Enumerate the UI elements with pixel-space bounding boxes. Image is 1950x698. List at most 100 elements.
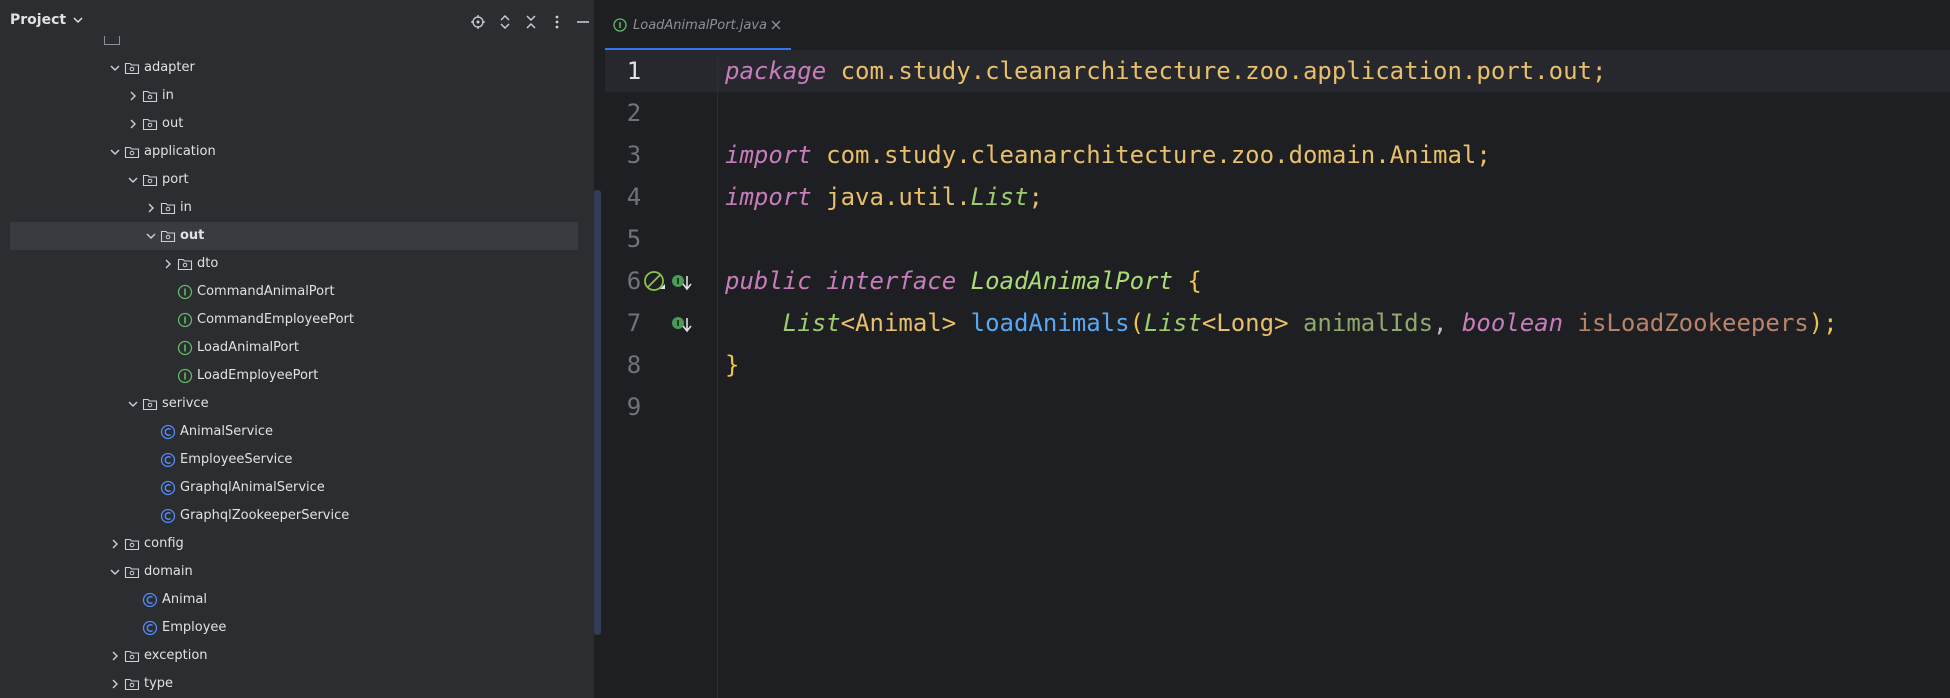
import-path: java.util.	[811, 183, 971, 211]
editor-gutter: 1 2 3 4 5 6 7 8 9	[605, 50, 718, 698]
class-icon	[160, 480, 176, 496]
tree-item[interactable]: CommandAnimalPort	[10, 278, 578, 306]
package-folder-icon	[142, 174, 158, 187]
collapse-all-icon[interactable]	[519, 10, 543, 34]
hide-icon[interactable]	[571, 10, 594, 34]
chevron-right-icon[interactable]	[108, 649, 122, 663]
tree-item[interactable]: exception	[10, 642, 578, 670]
interface-icon	[177, 284, 193, 300]
package-folder-icon	[160, 202, 176, 215]
tree-item[interactable]: Employee	[10, 614, 578, 642]
class-icon	[160, 452, 176, 468]
tree-item[interactable]: LoadEmployeePort	[10, 362, 578, 390]
code-line: }	[725, 344, 739, 386]
line-number: 7	[626, 309, 642, 337]
package-folder-icon	[142, 118, 158, 131]
type-name: List	[782, 309, 841, 337]
tree-item[interactable]: out	[10, 110, 578, 138]
code-line: import java.util.List;	[725, 176, 1043, 218]
chevron-down-icon[interactable]	[126, 173, 140, 187]
tree-item-label: adapter	[144, 60, 195, 75]
tree-item[interactable]: config	[10, 530, 578, 558]
editor-tab[interactable]: LoadAnimalPort.java	[605, 0, 791, 50]
tree-item[interactable]: application	[10, 138, 578, 166]
tree-item[interactable]: out	[10, 222, 578, 250]
tree-item-label: exception	[144, 648, 208, 663]
chevron-right-icon[interactable]	[161, 257, 175, 271]
class-icon	[160, 508, 176, 524]
tree-item[interactable]: adapter	[10, 54, 578, 82]
chevron-down-icon[interactable]	[126, 397, 140, 411]
code-line: public interface LoadAnimalPort {	[725, 260, 1202, 302]
chevron-right-icon[interactable]	[126, 89, 140, 103]
tree-item-label: type	[144, 676, 174, 691]
package-folder-icon	[177, 258, 193, 271]
package-folder-icon	[142, 398, 158, 411]
chevron-down-icon	[73, 17, 83, 24]
method-name: loadAnimals	[956, 309, 1130, 337]
chevron-right-icon[interactable]	[144, 201, 158, 215]
no-usages-icon[interactable]	[643, 270, 667, 294]
code-area[interactable]: package com.study.cleanarchitecture.zoo.…	[719, 50, 1949, 698]
locate-icon[interactable]	[466, 10, 490, 34]
generic-type: <Long>	[1201, 309, 1289, 337]
keyword: boolean	[1447, 309, 1564, 337]
tree-item-label: config	[144, 536, 184, 551]
tree-item[interactable]: LoadAnimalPort	[10, 334, 578, 362]
tree-item[interactable]: port	[10, 166, 578, 194]
interface-icon	[177, 368, 193, 384]
close-icon[interactable]	[770, 19, 782, 31]
tree-item[interactable]: domain	[10, 558, 578, 586]
interface-icon	[177, 340, 193, 356]
tree-item[interactable]: in	[10, 194, 578, 222]
tree-item[interactable]: dto	[10, 250, 578, 278]
vertical-scrollbar[interactable]	[594, 190, 601, 635]
tree-item[interactable]: AnimalService	[10, 418, 578, 446]
tree-item-label: Employee	[162, 620, 227, 635]
class-icon	[142, 592, 158, 608]
tree-item[interactable]: EmployeeService	[10, 446, 578, 474]
package-folder-icon	[124, 146, 140, 159]
chevron-down-icon[interactable]	[108, 565, 122, 579]
type-name: List	[1144, 309, 1202, 337]
tab-label: LoadAnimalPort.java	[633, 18, 768, 33]
project-tool-window: Project adapter in out application port in out…	[0, 0, 594, 698]
keyword: package	[725, 57, 827, 85]
options-icon[interactable]	[545, 10, 569, 34]
package-folder-icon	[160, 230, 176, 243]
tree-item-label: Animal	[162, 592, 207, 607]
tree-item[interactable]: GraphqlAnimalService	[10, 474, 578, 502]
tree-item-label: in	[162, 88, 174, 103]
tree-item[interactable]: type	[10, 670, 578, 698]
implemented-icon[interactable]	[671, 272, 693, 294]
chevron-right-icon[interactable]	[126, 117, 140, 131]
interface-icon	[177, 312, 193, 328]
tree-item[interactable]: CommandEmployeePort	[10, 306, 578, 334]
tree-item-label: LoadAnimalPort	[197, 340, 299, 355]
project-tree[interactable]: adapter in out application port in out dto Comma…	[0, 44, 594, 698]
tree-item-label: CommandAnimalPort	[197, 284, 335, 299]
tree-item[interactable]: GraphqlZookeeperService	[10, 502, 578, 530]
tree-item-label: application	[144, 144, 216, 159]
parameter: isLoadZookeepers	[1563, 309, 1809, 337]
project-view-selector[interactable]: Project	[10, 12, 84, 28]
chevron-down-icon[interactable]	[144, 229, 158, 243]
chevron-right-icon[interactable]	[108, 537, 122, 551]
tree-item-label: CommandEmployeePort	[197, 312, 354, 327]
implemented-icon[interactable]	[671, 314, 693, 336]
tree-item[interactable]: in	[10, 82, 578, 110]
chevron-right-icon[interactable]	[108, 677, 122, 691]
chevron-down-icon[interactable]	[108, 145, 122, 159]
generic-type: <Animal>	[840, 309, 957, 337]
project-panel-header: Project	[0, 0, 594, 44]
tree-item[interactable]: Animal	[10, 586, 578, 614]
brace: {	[1172, 267, 1202, 295]
chevron-down-icon[interactable]	[108, 61, 122, 75]
expand-all-icon[interactable]	[493, 10, 517, 34]
tree-item[interactable]: serivce	[10, 390, 578, 418]
package-folder-icon	[142, 90, 158, 103]
package-folder-icon	[124, 650, 140, 663]
keyword: import	[725, 141, 812, 169]
tree-item-label: LoadEmployeePort	[197, 368, 319, 383]
brace: }	[725, 351, 740, 379]
